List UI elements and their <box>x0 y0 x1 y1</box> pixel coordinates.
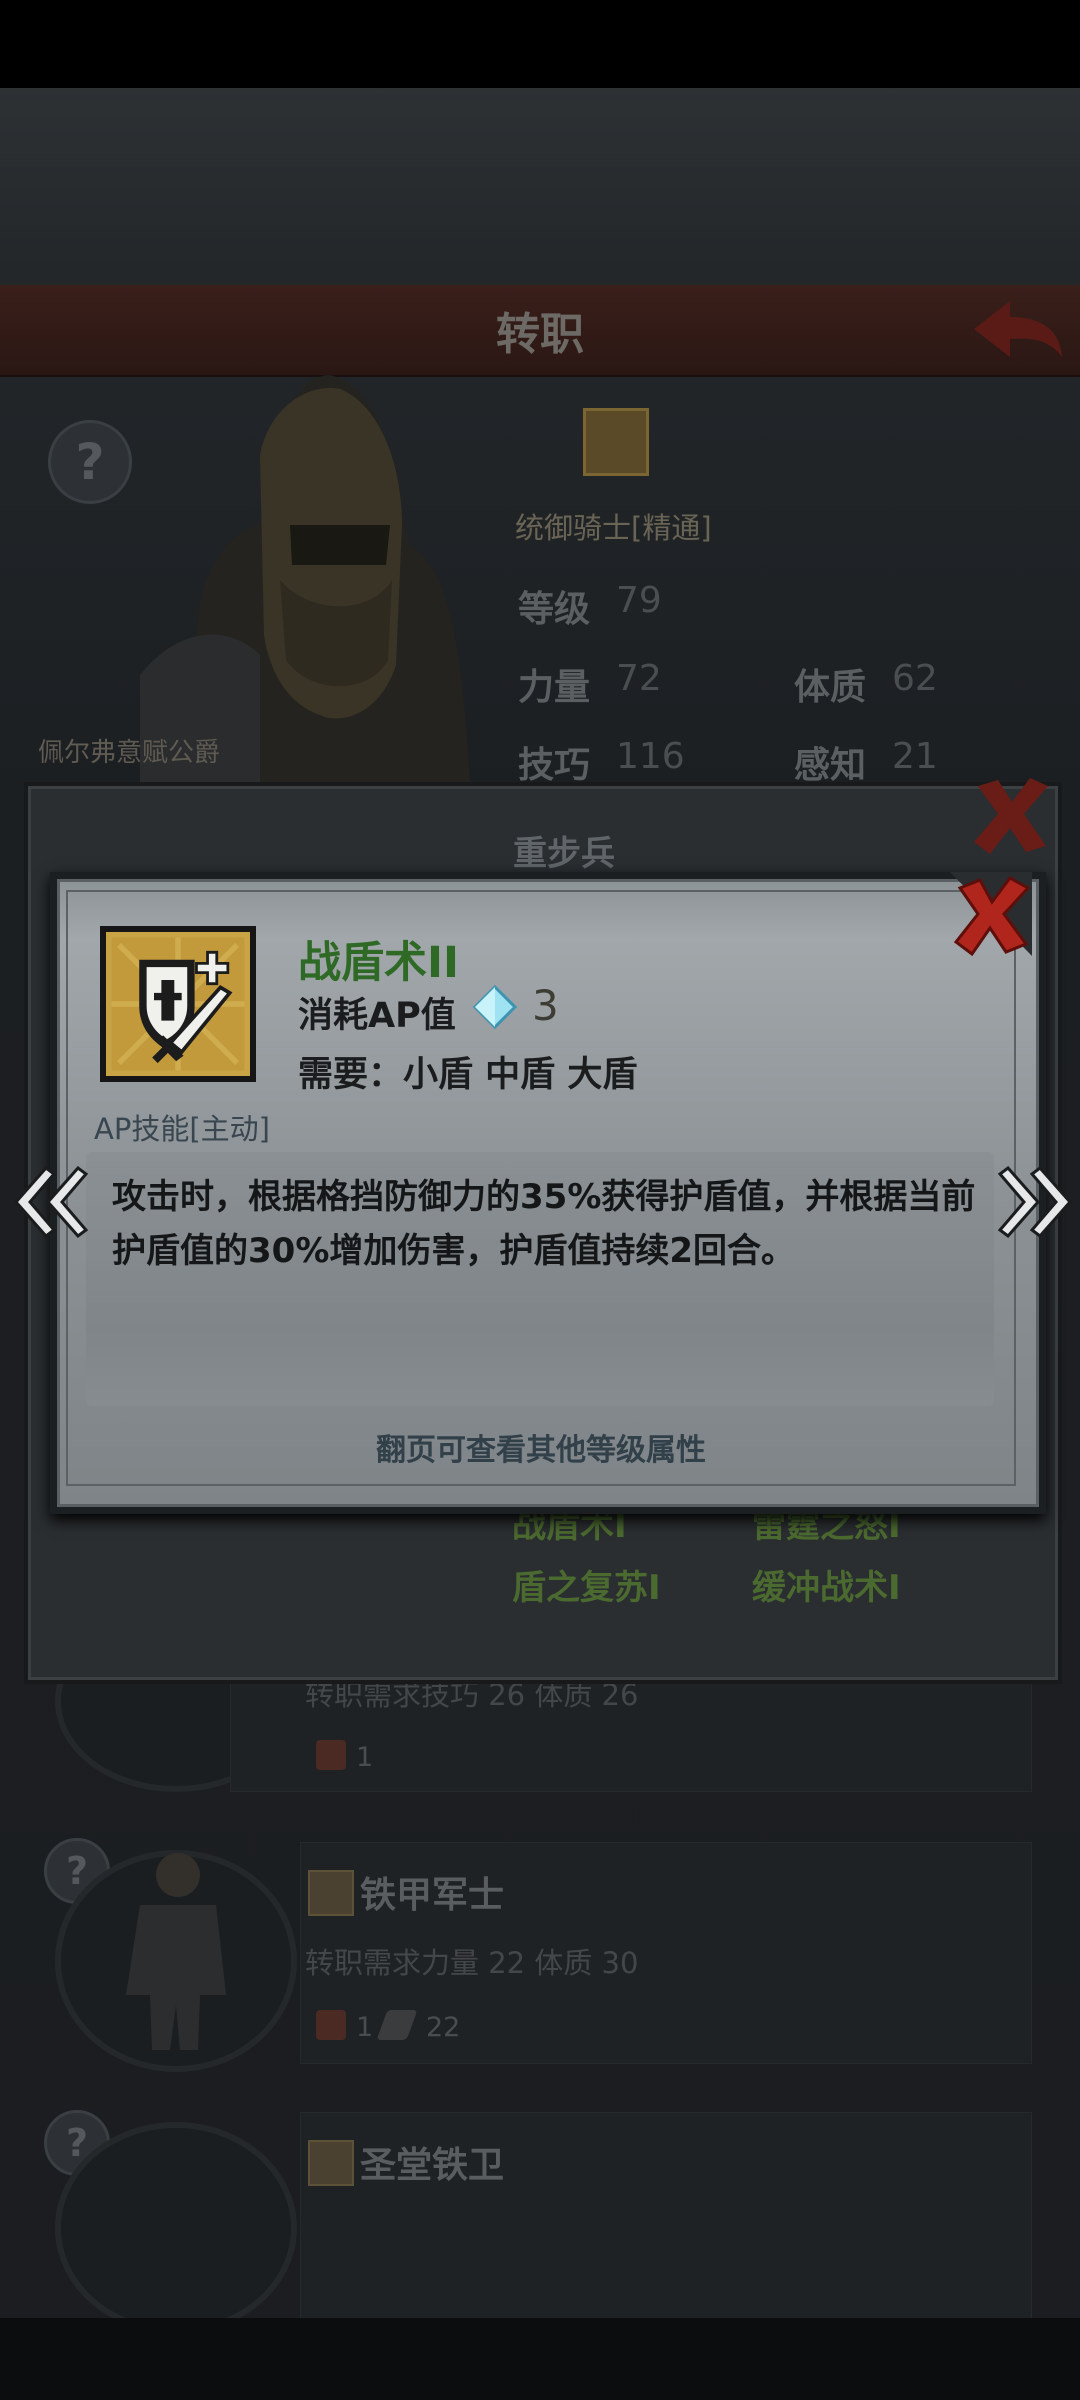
help-icon[interactable]: ? <box>48 420 132 504</box>
stat-label-constitution: 体质 <box>794 667 867 708</box>
bottom-bar <box>0 2318 1080 2400</box>
chevron-double-left-icon[interactable] <box>8 1160 90 1244</box>
page-hint: 翻页可查看其他等级属性 <box>376 1433 706 1468</box>
stat-value-constitution: 62 <box>892 658 938 699</box>
class-skill-item[interactable]: 缓冲战术I <box>752 1560 901 1609</box>
class-badge-icon <box>308 1870 354 1916</box>
hero-portrait <box>140 375 470 785</box>
ap-cost-label: 消耗AP值 <box>298 996 456 1036</box>
class-name: 统御骑士[精通] <box>515 511 712 545</box>
skill-description: 攻击时，根据格挡防御力的35%获得护盾值，并根据当前护盾值的30%增加伤害，护盾… <box>112 1177 976 1271</box>
medal-icon <box>316 2010 346 2040</box>
soldier-figure <box>126 1853 226 2050</box>
stat-value-skill: 116 <box>616 736 685 777</box>
skill-name: 战盾术II <box>298 938 459 988</box>
class-badge-icon <box>308 2140 354 2186</box>
stat-label-strength: 力量 <box>518 667 591 708</box>
close-icon[interactable] <box>968 772 1054 858</box>
status-bar <box>0 0 1080 88</box>
skill-requirement: 需要：小盾 中盾 大盾 <box>298 1055 638 1095</box>
list-item-cost: 1 <box>356 2012 374 2043</box>
hero-name: 佩尔弗意赋公爵 <box>38 738 221 768</box>
class-icon <box>583 408 649 476</box>
screen-title: 转职 <box>496 309 584 360</box>
list-portrait <box>55 2122 297 2334</box>
chevron-double-right-icon[interactable] <box>996 1160 1078 1244</box>
close-icon[interactable] <box>950 872 1032 956</box>
shield-sword-icon <box>100 926 256 1082</box>
skill-type: AP技能[主动] <box>94 1112 270 1146</box>
medal-icon <box>316 1740 346 1770</box>
stat-label-level: 等级 <box>518 589 591 630</box>
list-item-name: 圣堂铁卫 <box>360 2145 505 2186</box>
list-item-requirement: 转职需求力量 22 体质 30 <box>305 1946 639 1980</box>
stat-value-perception: 21 <box>892 736 938 777</box>
class-detail-title: 重步兵 <box>513 834 615 874</box>
diamond-icon <box>472 984 518 1030</box>
list-item-name: 铁甲军士 <box>360 1875 505 1916</box>
stat-value-level: 79 <box>616 580 662 621</box>
class-skill-item[interactable]: 盾之复苏I <box>512 1560 661 1609</box>
list-item-cost-2: 22 <box>426 2012 461 2043</box>
stat-value-strength: 72 <box>616 658 662 699</box>
ap-cost-value: 3 <box>532 981 559 1030</box>
list-item-cost: 1 <box>356 1742 374 1773</box>
stat-label-skill: 技巧 <box>518 745 591 786</box>
stat-label-perception: 感知 <box>794 745 867 786</box>
back-arrow-icon[interactable] <box>970 295 1066 365</box>
